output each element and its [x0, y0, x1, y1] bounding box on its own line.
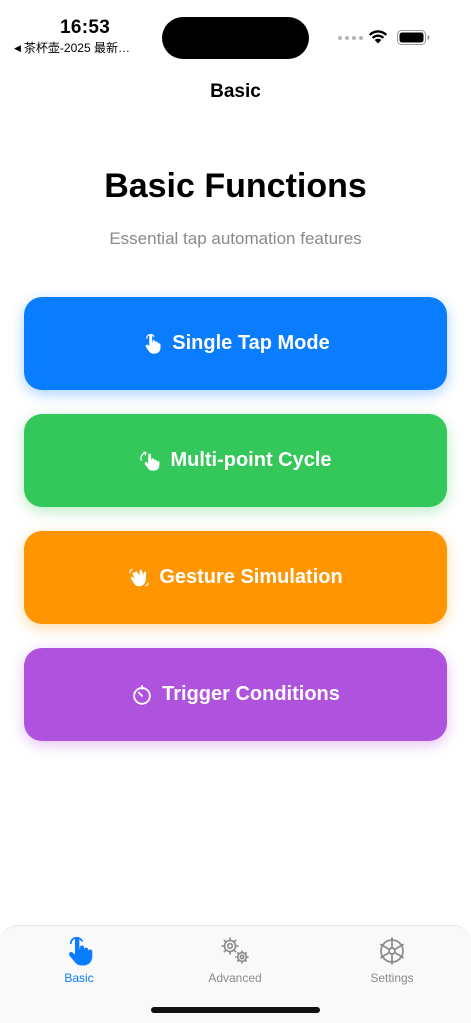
page-subtitle: Essential tap automation features	[109, 229, 362, 248]
back-app-label: 茶杯壶-2025 最新…	[23, 41, 130, 55]
single-tap-mode-button[interactable]: Single Tap Mode	[24, 297, 447, 390]
tab-basic-label: Basic	[64, 971, 94, 985]
tab-advanced-label: Advanced	[208, 971, 262, 985]
back-triangle-icon: ◀	[14, 43, 21, 53]
page-title: Basic Functions	[104, 167, 367, 205]
gesture-simulation-button[interactable]: Gesture Simulation	[24, 531, 447, 624]
dynamic-island	[162, 17, 309, 59]
timer-icon	[133, 684, 151, 705]
single-tap-mode-label: Single Tap Mode	[172, 332, 330, 354]
nav-title: Basic	[210, 81, 261, 102]
back-to-app-link[interactable]: ◀ 茶杯壶-2025 最新…	[14, 39, 130, 56]
wifi-icon	[368, 30, 388, 44]
signal-icon	[338, 36, 363, 40]
tab-settings-label: Settings	[370, 971, 414, 985]
helm-icon	[380, 937, 404, 965]
hand-tap-icon	[68, 936, 93, 966]
trigger-conditions-button[interactable]: Trigger Conditions	[24, 648, 447, 741]
tab-settings[interactable]: Settings	[337, 934, 447, 985]
home-indicator[interactable]	[151, 1007, 320, 1013]
hand-wave-icon	[129, 568, 150, 586]
tab-advanced[interactable]: Advanced	[180, 934, 290, 985]
app-screen: 16:53 ◀ 茶杯壶-2025 最新… Basic Basic Function…	[0, 0, 471, 1023]
status-time: 16:53	[60, 17, 111, 38]
multi-point-cycle-button[interactable]: Multi-point Cycle	[24, 414, 447, 507]
battery-icon	[397, 30, 430, 45]
hand-cycle-icon	[140, 450, 160, 471]
trigger-conditions-label: Trigger Conditions	[162, 683, 340, 705]
multi-point-cycle-label: Multi-point Cycle	[170, 449, 332, 471]
gears-icon	[221, 937, 249, 964]
hand-tap-icon	[145, 333, 161, 354]
gesture-simulation-label: Gesture Simulation	[159, 566, 343, 588]
tab-basic[interactable]: Basic	[24, 934, 134, 985]
